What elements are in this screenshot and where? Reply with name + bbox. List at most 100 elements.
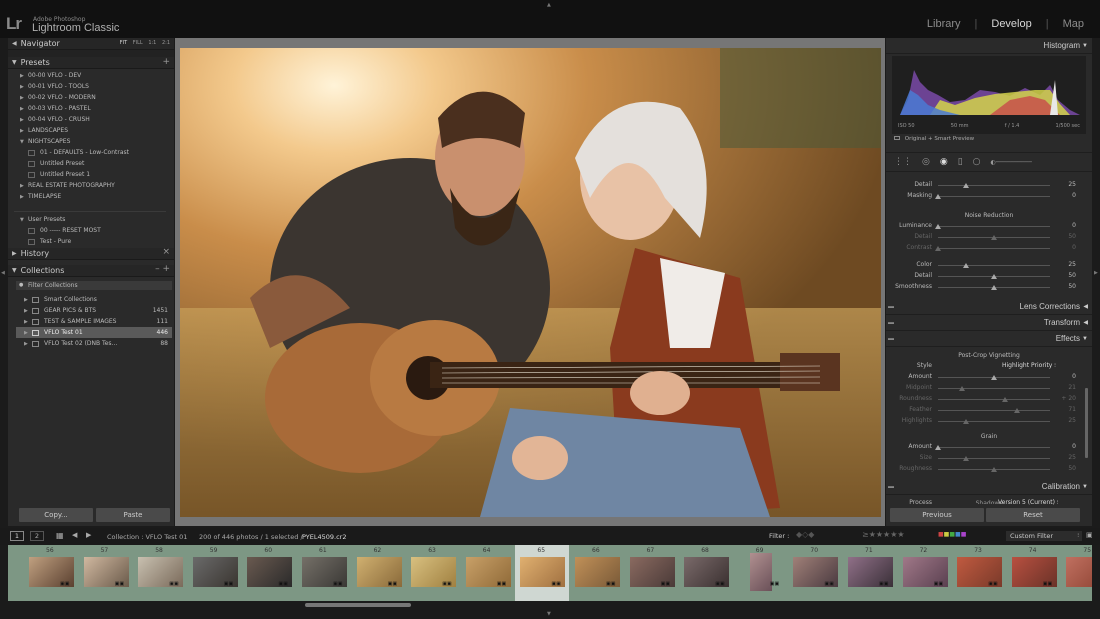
preset-folder[interactable]: ▶ TIMELAPSE xyxy=(20,191,174,202)
zoom-1-1[interactable]: 1:1 xyxy=(148,40,156,46)
zoom-fill[interactable]: FILL xyxy=(133,40,143,46)
filmstrip-thumb[interactable]: 66 ▣▣ xyxy=(570,545,624,601)
collection-item[interactable]: ▶ TEST & SAMPLE IMAGES 111 xyxy=(16,316,172,327)
slider-knob[interactable] xyxy=(963,456,969,461)
add-preset-icon[interactable]: + xyxy=(162,57,170,67)
collapse-right-panel-icon[interactable]: ▶ xyxy=(1094,270,1098,276)
luminance-slider[interactable]: Luminance 0 xyxy=(886,221,1092,232)
preset-folder-open[interactable]: ▼ NIGHTSCAPES xyxy=(20,136,174,147)
preset-folder[interactable]: ▶ 00-04 VFLO - CRUSH xyxy=(20,114,174,125)
previous-button[interactable]: Previous xyxy=(890,508,984,522)
roundness-slider[interactable]: Roundness + 20 xyxy=(886,394,1092,405)
paste-button[interactable]: Paste xyxy=(96,508,170,522)
filename-label[interactable]: PYEL4509.cr2 xyxy=(302,533,346,541)
module-develop[interactable]: Develop xyxy=(991,18,1031,30)
luminance-contrast-slider[interactable]: Contrast 0 xyxy=(886,243,1092,254)
filmstrip-thumb[interactable]: 64 ▣▣ xyxy=(461,545,515,601)
slider-value[interactable]: 50 xyxy=(1058,272,1076,279)
filter-collections-input[interactable]: ● Filter Collections xyxy=(16,281,172,290)
preset-item[interactable]: 00 ----- RESET MOST xyxy=(20,225,174,236)
zoom-fit[interactable]: FIT xyxy=(120,40,127,46)
filmstrip-thumb[interactable]: 75▣▣ xyxy=(1061,545,1092,601)
filmstrip-thumb[interactable]: 67 ▣▣ xyxy=(625,545,679,601)
grain-size-slider[interactable]: Size 25 xyxy=(886,453,1092,464)
slider-knob[interactable] xyxy=(1002,397,1008,402)
filter-lock-icon[interactable]: ▣ xyxy=(1086,531,1093,539)
module-map[interactable]: Map xyxy=(1063,18,1084,30)
collection-item-selected[interactable]: ▶ VFLO Test 01 446 xyxy=(16,327,172,338)
preset-folder[interactable]: ▶ 00-02 VFLO - MODERN xyxy=(20,92,174,103)
preset-folder[interactable]: ▶ LANDSCAPES xyxy=(20,125,174,136)
slider-knob[interactable] xyxy=(935,246,941,251)
filmstrip-thumb[interactable]: 73 ▣▣ xyxy=(952,545,1006,601)
histogram-display[interactable]: ISO 50 50 mm f / 1.4 1/500 sec xyxy=(892,56,1086,134)
collapse-left-panel-icon[interactable]: ◀ xyxy=(1,270,5,276)
toggle-switch-icon[interactable]: ▬ xyxy=(888,331,894,347)
brush-slider-icon[interactable]: ◐────────── xyxy=(991,159,1032,166)
filmstrip-thumb[interactable]: 74 ▣▣ xyxy=(1007,545,1061,601)
spot-removal-icon[interactable]: ◎ xyxy=(922,157,930,167)
detail-slider[interactable]: Detail 25 xyxy=(886,180,1092,191)
filmstrip-thumb[interactable]: 59 ▣▣ xyxy=(188,545,242,601)
slider-knob[interactable] xyxy=(991,375,997,380)
filmstrip-thumb[interactable]: 60 ▣▣ xyxy=(242,545,296,601)
toggle-switch-icon[interactable]: ▬ xyxy=(888,299,894,315)
reset-button[interactable]: Reset xyxy=(986,508,1080,522)
slider-value[interactable]: 25 xyxy=(1058,261,1076,268)
vignette-style-row[interactable]: Style Highlight Priority ⁝ xyxy=(886,361,1092,372)
effects-header[interactable]: ▬ Effects ▼ xyxy=(886,331,1092,347)
slider-value[interactable]: 0 xyxy=(1058,443,1076,450)
toggle-switch-icon[interactable]: ▬ xyxy=(888,479,894,495)
page-1-button[interactable]: 1 xyxy=(10,531,24,541)
midpoint-slider[interactable]: Midpoint 21 xyxy=(886,383,1092,394)
star-rating-filter[interactable]: ≥★★★★★ xyxy=(862,530,905,539)
slider-value[interactable]: 21 xyxy=(1058,384,1076,391)
module-library[interactable]: Library xyxy=(927,18,961,30)
slider-knob[interactable] xyxy=(991,274,997,279)
preset-item[interactable]: Untitled Preset 1 xyxy=(20,169,174,180)
collection-item[interactable]: ▶ VFLO Test 02 (DNB Tes... 88 xyxy=(16,338,172,349)
slider-value[interactable]: 25 xyxy=(1058,417,1076,424)
calibration-header[interactable]: ▬ Calibration ▼ xyxy=(886,479,1092,495)
smoothness-slider[interactable]: Smoothness 50 xyxy=(886,282,1092,293)
grid-view-icon[interactable]: ▦ xyxy=(56,531,64,540)
presets-header[interactable]: ▼ Presets + xyxy=(8,57,174,69)
radial-filter-icon[interactable]: ○ xyxy=(973,157,981,167)
flag-filter-icons[interactable]: ◆◇◆ xyxy=(796,530,814,539)
preset-item[interactable]: Test - Pure xyxy=(20,236,174,247)
slider-knob[interactable] xyxy=(935,194,941,199)
right-scrollbar[interactable] xyxy=(1085,388,1088,458)
filmstrip-thumb[interactable]: 72 ▣▣ xyxy=(898,545,952,601)
collections-header[interactable]: ▼ Collections – + xyxy=(8,264,174,277)
forward-arrow-icon[interactable]: ▶ xyxy=(86,531,91,539)
custom-filter-dropdown[interactable]: Custom Filter ⁝ xyxy=(1006,531,1082,541)
slider-knob[interactable] xyxy=(1014,408,1020,413)
masking-slider[interactable]: Masking 0 xyxy=(886,191,1092,202)
color-noise-slider[interactable]: Color 25 xyxy=(886,260,1092,271)
collection-item[interactable]: ▶ GEAR PICS & BTS 1451 xyxy=(16,305,172,316)
highlights-slider[interactable]: Highlights 25 xyxy=(886,416,1092,427)
slider-knob[interactable] xyxy=(935,445,941,450)
preset-folder[interactable]: ▶ 00-03 VFLO - PASTEL xyxy=(20,103,174,114)
photo-preview[interactable] xyxy=(180,48,881,517)
collection-breadcrumb[interactable]: Collection : VFLO Test 01 xyxy=(107,533,187,541)
filmstrip-thumb[interactable]: 69 ▣▣ xyxy=(734,545,788,601)
slider-knob[interactable] xyxy=(963,419,969,424)
zoom-2-1[interactable]: 2:1 xyxy=(162,40,170,46)
page-2-button[interactable]: 2 xyxy=(30,531,44,541)
collapse-bottom-panel-icon[interactable]: ▼ xyxy=(547,611,551,617)
collection-actions-icon[interactable]: – + xyxy=(155,264,170,274)
filmstrip-thumb[interactable]: 68 ▣▣ xyxy=(679,545,733,601)
grain-amount-slider[interactable]: Amount 0 xyxy=(886,442,1092,453)
slider-value[interactable]: 25 xyxy=(1058,454,1076,461)
navigator-header[interactable]: ◀ Navigator FIT FILL 1:1 2:1 xyxy=(8,38,174,50)
histogram-header[interactable]: Histogram ▼ xyxy=(886,38,1092,54)
filmstrip-thumb[interactable]: 61 ▣▣ xyxy=(297,545,351,601)
slider-value[interactable]: 0 xyxy=(1058,373,1076,380)
toggle-switch-icon[interactable]: ▬ xyxy=(888,315,894,331)
luminance-detail-slider[interactable]: Detail 50 xyxy=(886,232,1092,243)
style-dropdown[interactable]: Highlight Priority ⁝ xyxy=(1002,362,1056,369)
slider-value[interactable]: 71 xyxy=(1058,406,1076,413)
filmstrip-thumb[interactable]: 63 ▣▣ xyxy=(406,545,460,601)
slider-knob[interactable] xyxy=(959,386,965,391)
